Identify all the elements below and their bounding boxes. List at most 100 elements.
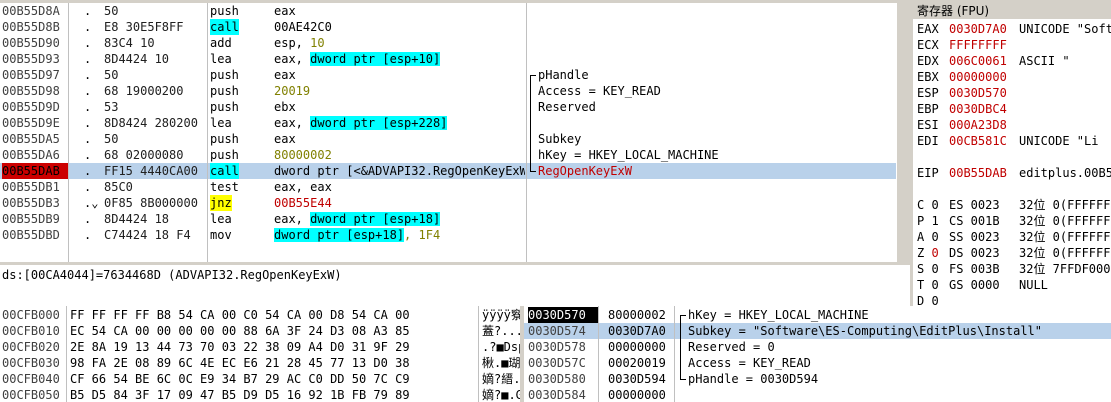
comment-bracket bbox=[530, 147, 536, 163]
stack-row[interactable]: 0030D570 80000002 hKey = HKEY_LOCAL_MACHIN… bbox=[524, 307, 1111, 324]
disasm-comment bbox=[538, 227, 894, 243]
disassembly-scrollbar[interactable] bbox=[896, 3, 911, 262]
stack-row[interactable]: 0030D584 00000000 bbox=[524, 387, 1111, 402]
disasm-row[interactable]: 00B55D90. 83C4 10 add esp, 10 bbox=[0, 35, 896, 51]
disasm-comment: Reserved bbox=[538, 100, 596, 114]
disasm-row[interactable]: 00B55D98. 68 19000200 push 20019 Access = KE… bbox=[0, 83, 896, 99]
operand-part: ebx bbox=[274, 100, 296, 114]
disasm-mnemonic: call bbox=[210, 163, 239, 179]
register-row[interactable]: ESI 000A23D8 bbox=[913, 117, 1111, 133]
disasm-operands: esp, 10 bbox=[274, 35, 525, 51]
disasm-address: 00B55DB3 bbox=[2, 196, 60, 210]
disasm-marker: . bbox=[84, 4, 92, 18]
disasm-bytes: 0F85 8B000000 bbox=[104, 196, 198, 210]
register-value: 00000000 bbox=[949, 70, 1007, 84]
operand-part: 20019 bbox=[274, 84, 311, 98]
disasm-row[interactable]: 00B55D9D. 53 push ebx Reserved bbox=[0, 99, 896, 115]
disasm-operands: eax, dword ptr [esp+10] bbox=[274, 51, 525, 67]
disasm-marker: .⌄ bbox=[84, 196, 99, 210]
register-row[interactable]: ESP 0030D570 bbox=[913, 85, 1111, 101]
dump-address: 00CFB020 bbox=[2, 340, 60, 354]
stack-row[interactable]: 0030D574 0030D7A0 Subkey = "Software\ES-Co… bbox=[524, 323, 1111, 339]
disasm-bytes: 53 bbox=[104, 100, 119, 114]
registers-pane[interactable]: 寄存器 (FPU) EAX 0030D7A0 UNICODE "Software\E… bbox=[913, 3, 1111, 306]
operand-part: eax bbox=[274, 132, 296, 146]
disasm-row[interactable]: 00B55D8B. E8 30E5F8FF call 00AE42C0 bbox=[0, 19, 896, 35]
info-line: ds:[00CA4044]=7634468D (ADVAPI32.RegOpen… bbox=[2, 268, 342, 282]
stack-address: 0030D580 bbox=[528, 372, 586, 386]
dump-row[interactable]: 00CFB030 98 FA 2E 08 89 6C 4E EC E6 21 28… bbox=[0, 355, 520, 371]
disasm-bytes: 8D4424 18 bbox=[104, 212, 170, 226]
disasm-mnemonic: push bbox=[210, 68, 239, 82]
register-row[interactable]: C 0 ES 0023 32位 0(FFFFFFFF) bbox=[913, 197, 1111, 213]
register-row[interactable] bbox=[913, 149, 1111, 165]
disasm-row[interactable]: 00B55D97. 50 push eax pHandle bbox=[0, 67, 896, 84]
dump-row[interactable]: 00CFB000 FF FF FF FF B8 54 CA 00 C0 54 CA… bbox=[0, 307, 520, 323]
dump-row[interactable]: 00CFB010 EC 54 CA 00 00 00 00 00 88 6A 3F… bbox=[0, 323, 520, 339]
disasm-marker: . bbox=[84, 132, 92, 146]
disasm-row[interactable]: 00B55DB1. 85C0 test eax, eax bbox=[0, 179, 896, 195]
register-name: C 0 bbox=[917, 198, 939, 212]
disasm-row[interactable]: 00B55D8A. 50 push eax bbox=[0, 3, 896, 19]
stack-row[interactable]: 0030D57C 00020019 Access = KEY_READ bbox=[524, 355, 1111, 371]
register-row[interactable]: T 0 GS 0000 NULL bbox=[913, 277, 1111, 293]
dump-address: 00CFB010 bbox=[2, 324, 60, 338]
dump-ascii: 楸.■瑚 bbox=[482, 356, 520, 370]
register-row[interactable]: Z 0 DS 0023 32位 0(FFFFFFFF) bbox=[913, 245, 1111, 261]
register-extra: 32位 7FFDF000(FFF) bbox=[1019, 262, 1111, 276]
dump-ascii: .?■Dsp bbox=[482, 340, 520, 354]
register-row[interactable] bbox=[913, 181, 1111, 197]
disasm-address: 00B55D90 bbox=[2, 36, 60, 50]
register-row[interactable]: EBX 00000000 bbox=[913, 69, 1111, 85]
disasm-row[interactable]: 00B55DBD. C74424 18 F4 mov dword ptr [esp+1… bbox=[0, 227, 896, 243]
register-row[interactable]: EAX 0030D7A0 UNICODE "Software\ES-Computin… bbox=[913, 21, 1111, 37]
disasm-address: 00B55DB1 bbox=[2, 180, 60, 194]
dump-row[interactable]: 00CFB040 CF 66 54 BE 6C 0C E9 34 B7 29 AC… bbox=[0, 371, 520, 387]
disasm-row[interactable]: 00B55DB9. 8D4424 18 lea eax, dword ptr [esp… bbox=[0, 211, 896, 227]
disasm-row[interactable]: 00B55D93. 8D4424 10 lea eax, dword ptr [esp… bbox=[0, 51, 896, 67]
disasm-bytes: C74424 18 F4 bbox=[104, 228, 191, 242]
register-row[interactable]: EDX 006C0061 ASCII " bbox=[913, 53, 1111, 69]
dump-row[interactable]: 00CFB020 2E 8A 19 13 44 73 70 03 22 38 09… bbox=[0, 339, 520, 355]
register-name: ESI bbox=[917, 118, 939, 132]
disasm-address: 00B55D9E bbox=[2, 116, 60, 130]
dump-row[interactable]: 00CFB050 B5 D5 84 3F 17 09 47 B5 D9 D5 16… bbox=[0, 387, 520, 402]
disasm-comment: Access = KEY_READ bbox=[538, 84, 661, 98]
disasm-row[interactable]: 00B55DA5. 50 push eax Subkey bbox=[0, 131, 896, 147]
stack-bracket bbox=[680, 323, 686, 339]
disasm-row[interactable]: 00B55DA6. 68 02000080 push 80000002 hKey = H… bbox=[0, 147, 896, 163]
register-value: DS 0023 bbox=[949, 246, 1000, 260]
stack-bracket bbox=[680, 339, 686, 355]
stack-comment: pHandle = 0030D594 bbox=[688, 372, 819, 386]
disasm-comment bbox=[538, 195, 894, 211]
disasm-comment bbox=[538, 35, 894, 51]
stack-pane[interactable]: 0030D570 80000002 hKey = HKEY_LOCAL_MACHIN… bbox=[524, 306, 1111, 402]
register-extra bbox=[1019, 101, 1111, 117]
stack-address: 0030D584 bbox=[528, 388, 586, 402]
register-row[interactable]: EBP 0030DBC4 bbox=[913, 101, 1111, 117]
disasm-bytes: 68 02000080 bbox=[104, 148, 184, 162]
stack-row[interactable]: 0030D580 0030D594 pHandle = 0030D594 bbox=[524, 371, 1111, 387]
operand-part: eax, eax bbox=[274, 180, 332, 194]
register-row[interactable]: EIP 00B55DAB editplus.00B55DAB bbox=[913, 165, 1111, 181]
disasm-operands: dword ptr [esp+18], 1F4 bbox=[274, 227, 525, 243]
register-row[interactable]: S 0 FS 003B 32位 7FFDF000(FFF) bbox=[913, 261, 1111, 277]
disasm-bytes: 50 bbox=[104, 4, 119, 18]
register-row[interactable]: A 0 SS 0023 32位 0(FFFFFFFF) bbox=[913, 229, 1111, 245]
disasm-row[interactable]: 00B55D9E. 8D8424 280200 lea eax, dword ptr … bbox=[0, 115, 896, 131]
register-row[interactable]: EDI 00CB581C UNICODE "Li bbox=[913, 133, 1111, 149]
register-value: ES 0023 bbox=[949, 198, 1000, 212]
register-row[interactable]: ECX FFFFFFFF bbox=[913, 37, 1111, 53]
disasm-comment: RegOpenKeyExW bbox=[538, 164, 632, 178]
register-value: FS 003B bbox=[949, 262, 1000, 276]
disasm-row[interactable]: 00B55DB3 .⌄ 0F85 8B000000 jnz 00B55E44 bbox=[0, 195, 896, 211]
dump-address: 00CFB040 bbox=[2, 372, 60, 386]
dump-pane[interactable]: 00CFB000 FF FF FF FF B8 54 CA 00 C0 54 CA… bbox=[0, 306, 520, 402]
stack-row[interactable]: 0030D578 00000000 Reserved = 0 bbox=[524, 339, 1111, 355]
disasm-row[interactable]: 00B55DAB. FF15 4440CA00 call dword ptr [<&A… bbox=[0, 163, 896, 179]
register-row[interactable]: D 0 bbox=[913, 293, 1111, 306]
register-row[interactable]: P 1 CS 001B 32位 0(FFFFFFFF) bbox=[913, 213, 1111, 229]
stack-value: 0030D7A0 bbox=[608, 324, 666, 338]
disassembly-pane[interactable]: 00B55D8A. 50 push eax 00B55D8B. E8 30E5F8FF ca… bbox=[0, 3, 896, 262]
register-value: 00CB581C bbox=[949, 134, 1007, 148]
